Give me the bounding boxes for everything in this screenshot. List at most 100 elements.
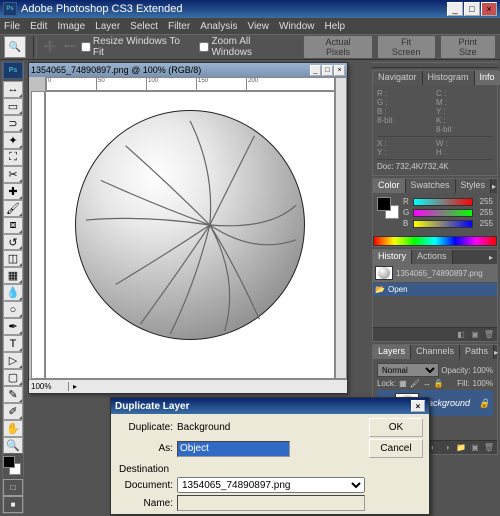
menu-window[interactable]: Window xyxy=(279,21,315,32)
dialog-close-button[interactable]: × xyxy=(411,400,425,412)
duplicate-layer-dialog[interactable]: Duplicate Layer × Duplicate: Background … xyxy=(110,397,430,515)
screen-mode-standard[interactable]: □ xyxy=(3,479,23,496)
actual-pixels-button[interactable]: Actual Pixels xyxy=(303,35,372,59)
crop-tool[interactable]: ⛶ xyxy=(3,149,23,166)
menu-filter[interactable]: Filter xyxy=(168,21,190,32)
zoom-in-icon[interactable]: ➕ xyxy=(40,38,60,57)
panel-menu-icon[interactable]: ▸ xyxy=(485,250,497,264)
fg-color-swatch[interactable] xyxy=(3,456,15,468)
menu-image[interactable]: Image xyxy=(57,21,85,32)
menu-select[interactable]: Select xyxy=(130,21,158,32)
screen-mode-quickmask[interactable]: ■ xyxy=(3,496,23,513)
menu-analysis[interactable]: Analysis xyxy=(200,21,237,32)
zoom-out-icon[interactable]: ➖ xyxy=(60,38,80,57)
eyedropper-tool[interactable]: ✐ xyxy=(3,403,23,420)
color-ramp[interactable] xyxy=(373,236,497,246)
brush-tool[interactable]: 🖌 xyxy=(3,200,23,217)
ok-button[interactable]: OK xyxy=(369,418,423,437)
panel-menu-icon[interactable]: ▸ xyxy=(494,345,498,359)
history-state-open[interactable]: 📂 Open xyxy=(373,283,497,296)
menu-layer[interactable]: Layer xyxy=(95,21,120,32)
marquee-tool[interactable]: ▭ xyxy=(3,98,23,115)
new-group-icon[interactable]: 📁 xyxy=(455,443,467,453)
eraser-tool[interactable]: ◫ xyxy=(3,250,23,267)
tab-info[interactable]: Info xyxy=(475,71,500,85)
move-tool[interactable]: ↔ xyxy=(3,81,23,98)
shape-tool[interactable]: ▢ xyxy=(3,369,23,386)
fg-color-swatch[interactable] xyxy=(377,197,391,211)
tab-layers[interactable]: Layers xyxy=(373,345,411,359)
gradient-tool[interactable]: ▦ xyxy=(3,267,23,284)
maximize-button[interactable]: □ xyxy=(464,2,480,16)
blend-mode-select[interactable]: Normal xyxy=(377,363,439,377)
lasso-tool[interactable]: ⊃ xyxy=(3,115,23,132)
document-window[interactable]: 1354065_74890897.png @ 100% (RGB/8) _ □ … xyxy=(28,62,348,394)
doc-minimize-button[interactable]: _ xyxy=(310,65,321,76)
panel-menu-icon[interactable]: ▸ xyxy=(491,179,497,193)
minimize-button[interactable]: _ xyxy=(447,2,463,16)
g-slider[interactable] xyxy=(413,209,473,217)
resize-windows-label: Resize Windows To Fit xyxy=(93,36,194,58)
b-slider[interactable] xyxy=(413,220,473,228)
tab-histogram[interactable]: Histogram xyxy=(423,71,475,85)
delete-layer-icon[interactable]: 🗑 xyxy=(483,443,495,453)
stamp-tool[interactable]: ⧈ xyxy=(3,217,23,234)
zoom-all-checkbox[interactable]: Zoom All Windows xyxy=(199,36,293,58)
heal-tool[interactable]: ✚ xyxy=(3,183,23,200)
tab-paths[interactable]: Paths xyxy=(460,345,494,359)
close-button[interactable]: × xyxy=(481,2,497,16)
lock-pixels-icon[interactable]: 🖌 xyxy=(410,379,420,388)
print-size-button[interactable]: Print Size xyxy=(440,35,496,59)
menu-view[interactable]: View xyxy=(247,21,269,32)
fill-value[interactable]: 100% xyxy=(473,379,493,388)
dodge-tool[interactable]: ○ xyxy=(3,301,23,318)
new-layer-icon[interactable]: ▣ xyxy=(469,443,481,453)
blur-tool[interactable]: 💧 xyxy=(3,284,23,301)
fg-bg-colors[interactable] xyxy=(3,456,23,479)
tab-history[interactable]: History xyxy=(373,250,412,264)
tab-color[interactable]: Color xyxy=(373,179,406,193)
history-snapshot[interactable]: 1354065_74890897.png xyxy=(373,264,497,282)
lock-all-icon[interactable]: 🔒 xyxy=(434,379,444,388)
menu-file[interactable]: File xyxy=(4,21,20,32)
lock-position-icon[interactable]: ↔ xyxy=(423,379,431,388)
doc-close-button[interactable]: × xyxy=(334,65,345,76)
history-brush-tool[interactable]: ↺ xyxy=(3,234,23,251)
cancel-button[interactable]: Cancel xyxy=(369,439,423,458)
pen-tool[interactable]: ✒ xyxy=(3,318,23,335)
canvas[interactable] xyxy=(45,91,335,379)
scrollbar-vertical[interactable] xyxy=(335,77,347,379)
ruler-horizontal[interactable]: 050100150200250300350400450 xyxy=(45,77,335,91)
menu-help[interactable]: Help xyxy=(325,21,346,32)
ruler-vertical[interactable] xyxy=(31,91,45,379)
fit-screen-button[interactable]: Fit Screen xyxy=(377,35,436,59)
doc-maximize-button[interactable]: □ xyxy=(322,65,333,76)
type-tool[interactable]: T xyxy=(3,335,23,352)
notes-tool[interactable]: ✎ xyxy=(3,386,23,403)
slice-tool[interactable]: ✂ xyxy=(3,166,23,183)
menu-edit[interactable]: Edit xyxy=(30,21,47,32)
tab-channels[interactable]: Channels xyxy=(411,345,460,359)
new-snapshot-icon[interactable]: ◧ xyxy=(455,330,467,340)
new-document-icon[interactable]: ▣ xyxy=(469,330,481,340)
as-input[interactable] xyxy=(177,441,290,457)
tool-preset-picker[interactable]: 🔍 xyxy=(4,36,26,58)
document-select[interactable]: 1354065_74890897.png xyxy=(177,477,365,493)
trash-icon[interactable]: 🗑 xyxy=(483,330,495,340)
r-slider[interactable] xyxy=(413,198,473,206)
path-select-tool[interactable]: ▷ xyxy=(3,352,23,369)
opacity-value[interactable]: 100% xyxy=(473,366,493,375)
zoom-level[interactable]: 100% xyxy=(29,382,69,391)
tab-actions[interactable]: Actions xyxy=(412,250,453,264)
hand-tool[interactable]: ✋ xyxy=(3,420,23,437)
zoom-tool[interactable]: 🔍 xyxy=(3,437,23,454)
adjustment-layer-icon[interactable]: ◑ xyxy=(441,443,453,453)
lock-transparency-icon[interactable]: ▦ xyxy=(399,379,407,388)
name-input[interactable] xyxy=(177,495,365,511)
resize-windows-checkbox[interactable]: Resize Windows To Fit xyxy=(81,36,194,58)
tab-navigator[interactable]: Navigator xyxy=(373,71,423,85)
tab-swatches[interactable]: Swatches xyxy=(406,179,456,193)
panel-drag-handle[interactable] xyxy=(372,62,498,68)
tab-styles[interactable]: Styles xyxy=(456,179,492,193)
wand-tool[interactable]: ✦ xyxy=(3,132,23,149)
